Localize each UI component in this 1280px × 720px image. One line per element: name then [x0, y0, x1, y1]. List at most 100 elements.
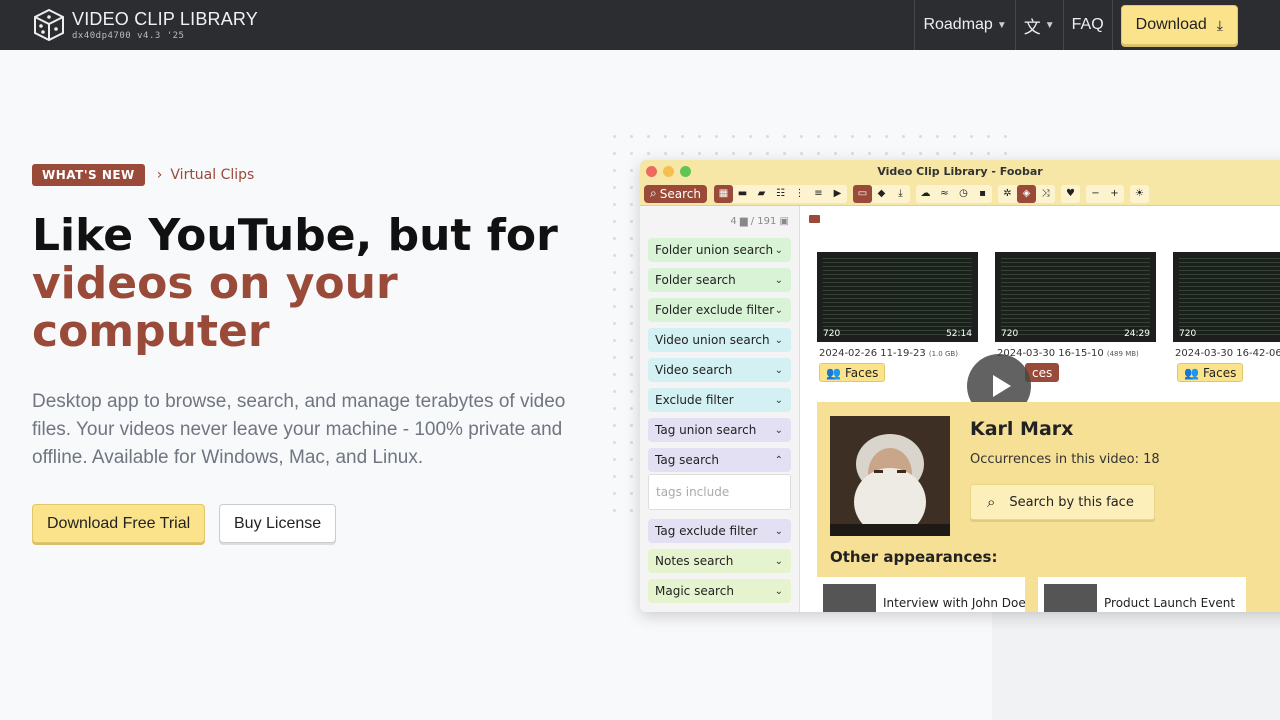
person-name: Karl Marx [970, 418, 1074, 440]
download-label: Download [1135, 16, 1207, 33]
tag-exclude-filter[interactable]: Tag exclude filter ⌄ [648, 519, 791, 543]
folder-icon [809, 215, 820, 223]
appearance-card[interactable]: Product Launch Event [1038, 577, 1246, 612]
zoom-group: − + [1085, 184, 1124, 203]
chevron-down-icon: ⌄ [774, 274, 783, 286]
clock-icon[interactable]: ◷ [954, 185, 973, 203]
face-detail-panel: Karl Marx Occurrences in this video: 18 … [817, 402, 1280, 612]
faces-button[interactable]: 👥 Faces [1177, 363, 1244, 382]
chevron-down-icon: ⌄ [774, 334, 783, 346]
date-text: 2024-02-26 11-19-23 [819, 348, 926, 359]
tag-search[interactable]: Tag search ⌃ [648, 448, 791, 472]
tag-union-search[interactable]: Tag union search ⌄ [648, 418, 791, 442]
misc-group: ✲ ◈ ⤨ [997, 184, 1055, 203]
roadmap-menu[interactable]: Roadmap ▼ [914, 0, 1014, 50]
cloud-icon[interactable]: ☁ [916, 185, 935, 203]
shuffle-icon[interactable]: ⤨ [1036, 185, 1055, 203]
hero-description: Desktop app to browse, search, and manag… [32, 391, 566, 468]
folder-union-search[interactable]: Folder union search ⌄ [648, 238, 791, 262]
video-thumbnail[interactable]: 720 [1173, 252, 1280, 342]
search-icon: ⌕ [987, 493, 996, 511]
folder-icon[interactable]: ▭ [852, 184, 872, 203]
video-date: 2024-03-30 16-42-06 [1175, 348, 1280, 359]
faq-link[interactable]: FAQ [1062, 0, 1113, 50]
appearance-card[interactable]: Interview with John Doe [817, 577, 1026, 612]
date-text: 2024-03-30 16-42-06 [1175, 348, 1280, 359]
filter-group: ▭ ◆ ⤓ [852, 184, 910, 203]
zoom-out-icon[interactable]: − [1086, 185, 1105, 203]
rows-view-icon[interactable]: ≡ [809, 185, 828, 203]
chevron-down-icon: ▼ [996, 19, 1007, 31]
appearance-thumbnail [823, 584, 876, 612]
size-text: (1.0 GB) [928, 350, 958, 358]
favorite-group: ♥ [1060, 184, 1080, 203]
other-appearances-title: Other appearances: [830, 548, 998, 566]
wave-icon[interactable]: ≈ [935, 185, 954, 203]
hero-title: Like YouTube, but for videos on your com… [32, 212, 592, 356]
language-menu[interactable]: 文 ▼ [1014, 0, 1063, 50]
people-icon: 👥 [826, 365, 841, 380]
filter-label: Video union search [655, 333, 770, 347]
download-button[interactable]: Download ⤓ [1120, 5, 1238, 45]
cube-logo-icon [34, 8, 64, 42]
settings-icon[interactable]: ✲ [998, 185, 1017, 203]
sun-icon[interactable]: ☀ [1130, 185, 1149, 203]
folder-exclude-filter[interactable]: Folder exclude filter ⌄ [648, 298, 791, 322]
video-thumbnail[interactable]: 720 24:29 [995, 252, 1156, 342]
hero-title-line: Like YouTube, but for [32, 210, 558, 261]
roadmap-label: Roadmap [923, 16, 993, 33]
video-union-search[interactable]: Video union search ⌄ [648, 328, 791, 352]
chevron-up-icon: ⌃ [774, 454, 783, 466]
portrait-image [830, 416, 950, 536]
tag-icon[interactable]: ◆ [872, 185, 891, 203]
download-free-trial-button[interactable]: Download Free Trial [32, 504, 206, 543]
chevron-down-icon: ⌄ [774, 394, 783, 406]
chevron-down-icon: ⌄ [774, 424, 783, 436]
video-date: 2024-02-26 11-19-23 (1.0 GB) [819, 348, 958, 359]
folder-search[interactable]: Folder search ⌄ [648, 268, 791, 292]
buy-license-button[interactable]: Buy License [219, 504, 337, 543]
view-mode-group: ▦ ▬ ▰ ☷ ⋮ ≡ ▶ [713, 184, 847, 203]
faces-label: Faces [844, 365, 879, 380]
search-by-face-button[interactable]: ⌕ Search by this face [970, 484, 1155, 520]
notes-search[interactable]: Notes search ⌄ [648, 549, 791, 573]
resolution-label: 720 [1001, 329, 1019, 339]
brand-version: dx40dp4700 v4.3 '25 [72, 31, 185, 41]
background-panel [992, 610, 1280, 720]
tags-include-input[interactable]: tags include [648, 474, 791, 510]
exclude-filter[interactable]: Exclude filter ⌄ [648, 388, 791, 412]
chevron-down-icon: ⌄ [774, 585, 783, 597]
heart-icon[interactable]: ♥ [1061, 185, 1080, 203]
faces-label: Faces [1202, 365, 1237, 380]
comment-view-icon[interactable]: ▰ [752, 185, 771, 203]
chevron-down-icon: ▼ [1044, 19, 1055, 31]
search-tab-label: Search [659, 186, 701, 201]
whats-new-banner[interactable]: WHAT'S NEW › Virtual Clips [32, 164, 254, 186]
zoom-in-icon[interactable]: + [1105, 185, 1124, 203]
chevron-right-icon: › [156, 167, 163, 183]
list-view-icon[interactable]: ▬ [733, 185, 752, 203]
window-title: Video Clip Library - Foobar [877, 164, 1043, 178]
filter-label: Tag exclude filter [655, 524, 758, 538]
faces-button[interactable]: 👥 Faces [819, 363, 886, 382]
search-icon: ⌕ [650, 186, 657, 200]
video-thumbnail[interactable]: 720 52:14 [817, 252, 978, 342]
tools-group: ☁ ≈ ◷ ▪ [915, 184, 992, 203]
news-link[interactable]: Virtual Clips [170, 167, 254, 183]
brand[interactable]: VIDEO CLIP LIBRARY dx40dp4700 v4.3 '25 [32, 8, 258, 42]
download-icon[interactable]: ⤓ [891, 185, 910, 203]
compact-view-icon[interactable]: ⋮ [790, 185, 809, 203]
grid-view-icon[interactable]: ▦ [713, 184, 733, 203]
filter-sidebar: 4 ▆ / 191 ▣ Folder union search ⌄ Folder … [640, 206, 800, 612]
detail-view-icon[interactable]: ☷ [771, 185, 790, 203]
play-view-icon[interactable]: ▶ [828, 185, 847, 203]
search-tab[interactable]: ⌕ Search [644, 184, 707, 203]
duration-label: 24:29 [1124, 329, 1150, 339]
magic-search[interactable]: Magic search ⌄ [648, 579, 791, 603]
label-icon[interactable]: ◈ [1016, 184, 1036, 203]
play-icon [992, 375, 1011, 397]
result-count: 4 ▆ / 191 ▣ [730, 216, 789, 227]
video-search[interactable]: Video search ⌄ [648, 358, 791, 382]
chevron-down-icon: ⌄ [774, 364, 783, 376]
caption-icon[interactable]: ▪ [973, 185, 992, 203]
